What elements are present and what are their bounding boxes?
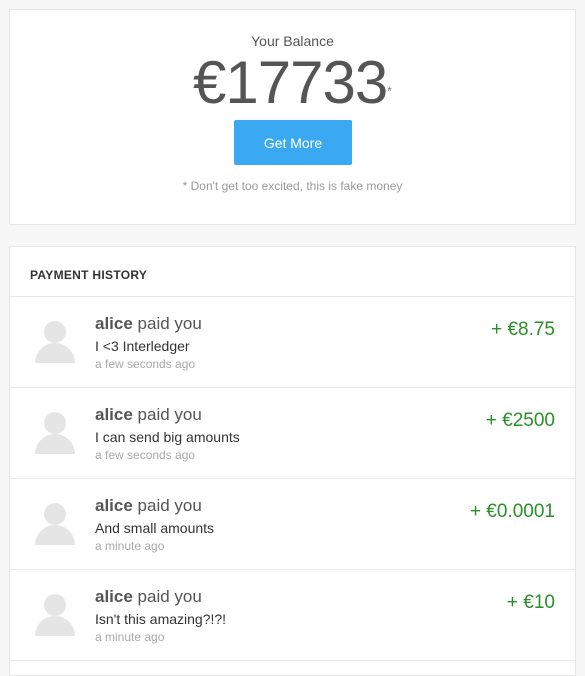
payment-sender: alice: [95, 496, 133, 515]
payment-message: I <3 Interledger: [95, 338, 190, 354]
user-avatar-icon: [35, 503, 75, 545]
balance-amount: €17733*: [10, 48, 575, 118]
payment-verb: paid you: [137, 496, 202, 515]
payment-amount: + €2500: [485, 410, 555, 431]
payment-message: I can send big amounts: [95, 429, 240, 445]
payment-sender: alice: [95, 314, 133, 333]
get-more-button[interactable]: Get More: [234, 120, 352, 165]
payment-amount: + €8.75: [491, 319, 555, 340]
balance-label: Your Balance: [251, 33, 334, 49]
payment-verb: paid you: [137, 587, 202, 606]
payment-verb: paid you: [137, 405, 202, 424]
payment-time: a minute ago: [95, 630, 165, 644]
payment-amount: + €10: [506, 592, 555, 613]
payment-item: alice paid you And small amounts a minut…: [10, 479, 575, 570]
payment-title: alice paid you: [95, 496, 202, 516]
balance-asterisk: *: [387, 84, 392, 98]
payment-title: alice paid you: [95, 587, 202, 607]
payment-verb: paid you: [137, 314, 202, 333]
payment-history-card: PAYMENT HISTORY alice paid you I <3 Inte…: [9, 246, 576, 676]
payment-time: a few seconds ago: [95, 448, 196, 462]
payment-title: alice paid you: [95, 405, 202, 425]
payment-item: alice paid you I can send big amounts a …: [10, 388, 575, 479]
user-avatar-icon: [35, 594, 75, 636]
payment-time: a minute ago: [95, 539, 165, 553]
payment-message: And small amounts: [95, 520, 215, 536]
payment-item: alice paid you Isn't this amazing?!?! a …: [10, 570, 575, 661]
payment-sender: alice: [95, 587, 133, 606]
payment-amount: + €0.0001: [469, 501, 555, 522]
balance-value: €17733: [193, 49, 388, 116]
payment-sender: alice: [95, 405, 133, 424]
payment-item: alice paid you I <3 Interledger a few se…: [10, 297, 575, 388]
fake-money-note: * Don't get too excited, this is fake mo…: [182, 179, 403, 193]
payment-title: alice paid you: [95, 314, 202, 334]
payment-message: Isn't this amazing?!?!: [95, 611, 227, 627]
user-avatar-icon: [35, 412, 75, 454]
payment-time: a few seconds ago: [95, 357, 196, 371]
user-avatar-icon: [35, 321, 75, 363]
balance-card: Your Balance €17733* Get More * Don't ge…: [9, 9, 576, 225]
payment-history-title: PAYMENT HISTORY: [10, 247, 575, 297]
